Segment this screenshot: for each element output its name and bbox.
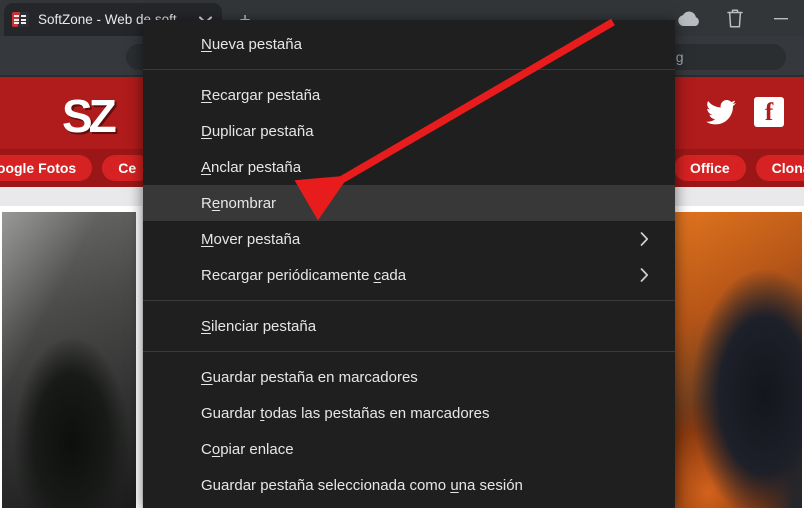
chevron-right-icon [640, 257, 649, 293]
menu-item-label: Recargar pestaña [201, 86, 321, 104]
menu-item-label: Renombrar [201, 194, 277, 212]
tab-context-menu[interactable]: Nueva pestaña Recargar pestaña Duplicar pe… [143, 20, 675, 508]
menu-item-label: Duplicar pestaña [201, 122, 314, 140]
window-controls [666, 0, 804, 36]
menu-item-rename-tab[interactable]: Renombrar [143, 185, 675, 221]
menu-item-new-tab[interactable]: Nueva pestaña [143, 26, 675, 62]
softzone-favicon [12, 12, 29, 27]
facebook-icon[interactable]: f [752, 95, 786, 129]
social-links: f [704, 95, 786, 129]
article-card-left[interactable] [0, 206, 142, 508]
article-thumbnail-right [668, 212, 802, 508]
menu-item-bookmark-all-tabs[interactable]: Guardar todas las pestañas en marcadores [143, 395, 675, 431]
menu-separator [143, 351, 675, 352]
pill-office[interactable]: Office [673, 155, 746, 181]
pill-google-fotos[interactable]: Google Fotos [0, 155, 93, 181]
menu-item-reload-periodically[interactable]: Recargar periódicamente cada [143, 257, 675, 293]
menu-item-label: Copiar enlace [201, 440, 294, 458]
article-thumbnail-left [2, 212, 136, 508]
menu-separator [143, 300, 675, 301]
trash-icon[interactable] [712, 0, 758, 36]
menu-item-pin-tab[interactable]: Anclar pestaña [143, 149, 675, 185]
menu-item-label: Silenciar pestaña [201, 317, 317, 335]
menu-separator [143, 69, 675, 70]
menu-item-mute-tab[interactable]: Silenciar pestaña [143, 308, 675, 344]
menu-item-label: Recargar periódicamente cada [201, 266, 407, 284]
menu-item-label: Nueva pestaña [201, 35, 302, 53]
twitter-icon[interactable] [704, 95, 738, 129]
menu-item-label: Guardar pestaña en marcadores [201, 368, 418, 386]
menu-item-bookmark-tab[interactable]: Guardar pestaña en marcadores [143, 359, 675, 395]
menu-item-move-tab[interactable]: Mover pestaña [143, 221, 675, 257]
pill-clonar[interactable]: Clonar [755, 155, 804, 181]
chevron-right-icon [640, 221, 649, 257]
menu-item-label: Anclar pestaña [201, 158, 302, 176]
menu-item-duplicate-tab[interactable]: Duplicar pestaña [143, 113, 675, 149]
article-card-right[interactable] [662, 206, 804, 508]
menu-item-copy-link[interactable]: Copiar enlace [143, 431, 675, 467]
minimize-button[interactable] [758, 0, 804, 36]
menu-item-label: Mover pestaña [201, 230, 301, 248]
menu-item-reload-tab[interactable]: Recargar pestaña [143, 77, 675, 113]
menu-item-label: Guardar todas las pestañas en marcadores [201, 404, 490, 422]
menu-item-label: Guardar pestaña seleccionada como una se… [201, 476, 523, 494]
menu-item-save-tab-as-session[interactable]: Guardar pestaña seleccionada como una se… [143, 467, 675, 503]
screenshot-root: SZ f Google Fotos Ce Office Clonar [0, 0, 804, 508]
facebook-glyph: f [754, 97, 784, 127]
site-logo[interactable]: SZ [62, 89, 117, 143]
